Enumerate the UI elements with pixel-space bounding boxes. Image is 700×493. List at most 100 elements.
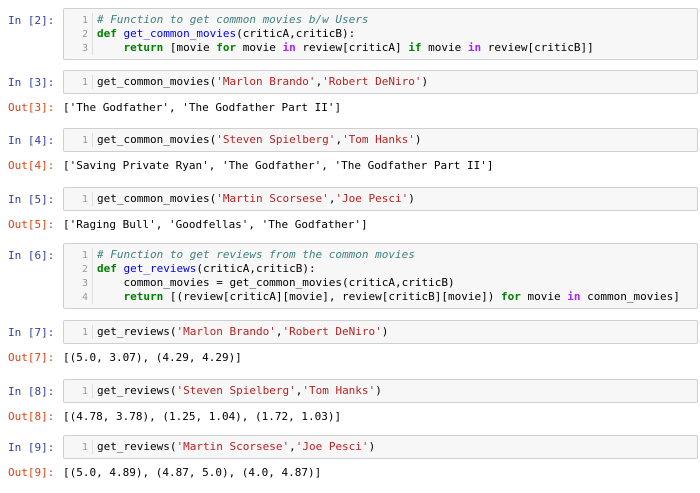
- code-input-area[interactable]: 1 get_reviews('Steven Spielberg','Tom Han…: [63, 379, 698, 403]
- input-prompt: In [5]:: [8, 193, 55, 206]
- code-text: return [movie for movie in review[critic…: [92, 41, 594, 55]
- cell-output: [(5.0, 3.07), (4.29, 4.29)]: [63, 351, 242, 364]
- code-token: common_movies]: [580, 290, 680, 303]
- input-prompt: In [3]:: [8, 76, 55, 89]
- code-line: 1 # Function to get common movies b/w Use…: [64, 13, 594, 27]
- line-number: 1: [81, 77, 88, 88]
- code-token: def: [97, 27, 124, 40]
- code-text: def get_common_movies(criticA,criticB):: [92, 27, 355, 41]
- code-line: 1 get_common_movies('Steven Spielberg','T…: [64, 133, 422, 147]
- code-text: # Function to get common movies b/w User…: [92, 13, 369, 27]
- code-input-area[interactable]: 1 get_common_movies('Martin Scorsese','Jo…: [63, 187, 698, 211]
- code-token: return: [123, 290, 164, 303]
- code-token: get_common_movies(: [97, 133, 217, 146]
- code-line: 1 get_common_movies('Marlon Brando','Robe…: [64, 75, 428, 89]
- output-prompt: Out[8]:: [8, 410, 55, 423]
- output-prompt: Out[7]:: [8, 351, 55, 364]
- code-line: 2 def get_reviews(criticA,criticB):: [64, 262, 680, 276]
- code-text: # Function to get reviews from the commo…: [92, 248, 415, 262]
- code-token: get_reviews(: [97, 440, 177, 453]
- input-prompt: In [9]:: [8, 441, 55, 454]
- code-line: 1 get_reviews('Steven Spielberg','Tom Han…: [64, 384, 382, 398]
- code-text: def get_reviews(criticA,criticB):: [92, 262, 316, 276]
- code-token: get_common_movies: [123, 27, 237, 40]
- line-number: 1: [81, 250, 88, 261]
- code-token: movie: [520, 290, 568, 303]
- code-token: (criticA,criticB):: [196, 262, 316, 275]
- code-token: ): [421, 75, 429, 88]
- code-line: 3 return [movie for movie in review[crit…: [64, 41, 594, 55]
- code-input-area[interactable]: 1 get_common_movies('Marlon Brando','Robe…: [63, 70, 698, 94]
- code-token: ): [414, 133, 422, 146]
- code-token: 'Robert DeNiro': [322, 75, 422, 88]
- code-token: 'Joe Pesci': [295, 440, 369, 453]
- code-line: 1 # Function to get reviews from the comm…: [64, 248, 680, 262]
- input-prompt: In [8]:: [8, 385, 55, 398]
- cell-output: ['Saving Private Ryan', 'The Godfather',…: [63, 159, 494, 172]
- code-token: get_reviews(: [97, 384, 177, 397]
- code-line: 1 get_reviews('Martin Scorsese','Joe Pesc…: [64, 440, 375, 454]
- code-token: 'Tom Hanks': [302, 384, 376, 397]
- code-token: review[criticB]]: [481, 41, 594, 54]
- code-token: 'Marlon Brando': [176, 325, 276, 338]
- code-token: 'Marlon Brando': [216, 75, 316, 88]
- line-number: 1: [81, 135, 88, 146]
- code-token: get_reviews: [123, 262, 197, 275]
- code-text: return [(review[criticA][movie], review[…: [92, 290, 680, 304]
- code-text: get_common_movies('Steven Spielberg','To…: [92, 133, 422, 147]
- code-token: ): [408, 192, 415, 205]
- code-token: ): [375, 384, 382, 397]
- line-number: 2: [81, 29, 88, 40]
- output-prompt: Out[4]:: [8, 159, 55, 172]
- code-token: return: [123, 41, 164, 54]
- code-input-area[interactable]: 1 # Function to get common movies b/w Use…: [63, 8, 698, 60]
- line-number: 3: [81, 278, 88, 289]
- code-token: 'Steven Spielberg': [176, 384, 296, 397]
- output-prompt: Out[9]:: [8, 466, 55, 479]
- code-token: ): [368, 440, 376, 453]
- code-token: ,: [289, 440, 296, 453]
- code-token: for: [501, 290, 521, 303]
- code-line: 3 common_movies = get_common_movies(crit…: [64, 276, 680, 290]
- input-prompt: In [4]:: [8, 134, 55, 147]
- code-text: get_common_movies('Marlon Brando','Rober…: [92, 75, 428, 89]
- code-input-area[interactable]: 1 # Function to get reviews from the comm…: [63, 243, 698, 309]
- code-token: get_common_movies(: [97, 75, 217, 88]
- code-token: 'Joe Pesci': [335, 192, 409, 205]
- input-prompt: In [7]:: [8, 326, 55, 339]
- input-prompt: In [2]:: [8, 14, 55, 27]
- notebook: In [2]: 1 # Function to get common movies …: [0, 0, 700, 493]
- code-token: common_movies = get_common_movies(critic…: [97, 276, 455, 289]
- code-line: 4 return [(review[criticA][movie], revie…: [64, 290, 680, 304]
- code-token: def: [97, 262, 124, 275]
- line-number: 1: [81, 386, 88, 397]
- code-text: get_reviews('Steven Spielberg','Tom Hank…: [92, 384, 382, 398]
- code-token: # Function to get reviews from the commo…: [97, 248, 415, 261]
- code-token: # Function to get common movies b/w User…: [97, 13, 369, 26]
- cell-output: [(4.78, 3.78), (1.25, 1.04), (1.72, 1.03…: [63, 410, 342, 423]
- code-token: 'Robert DeNiro': [282, 325, 382, 338]
- code-input-area[interactable]: 1 get_common_movies('Steven Spielberg','T…: [63, 128, 698, 152]
- cell-output: [(5.0, 4.89), (4.87, 5.0), (4.0, 4.87)]: [63, 466, 322, 479]
- line-number: 1: [81, 442, 88, 453]
- output-prompt: Out[5]:: [8, 218, 55, 231]
- input-prompt: In [6]:: [8, 249, 55, 262]
- code-line: 2 def get_common_movies(criticA,criticB):: [64, 27, 594, 41]
- code-input-area[interactable]: 1 get_reviews('Martin Scorsese','Joe Pesc…: [63, 435, 698, 459]
- code-token: in: [567, 290, 581, 303]
- line-number: 4: [81, 292, 88, 303]
- code-text: get_reviews('Martin Scorsese','Joe Pesci…: [92, 440, 375, 454]
- code-token: (criticA,criticB):: [236, 27, 356, 40]
- code-token: in: [467, 41, 482, 54]
- code-line: 1 get_reviews('Marlon Brando','Robert DeN…: [64, 325, 388, 339]
- code-input-area[interactable]: 1 get_reviews('Marlon Brando','Robert DeN…: [63, 320, 698, 344]
- code-token: [movie: [163, 41, 217, 54]
- output-prompt: Out[3]:: [8, 101, 55, 114]
- code-token: if: [408, 41, 422, 54]
- line-number: 1: [81, 194, 88, 205]
- code-token: movie: [421, 41, 468, 54]
- code-token: for: [216, 41, 237, 54]
- code-token: 'Tom Hanks': [342, 133, 415, 146]
